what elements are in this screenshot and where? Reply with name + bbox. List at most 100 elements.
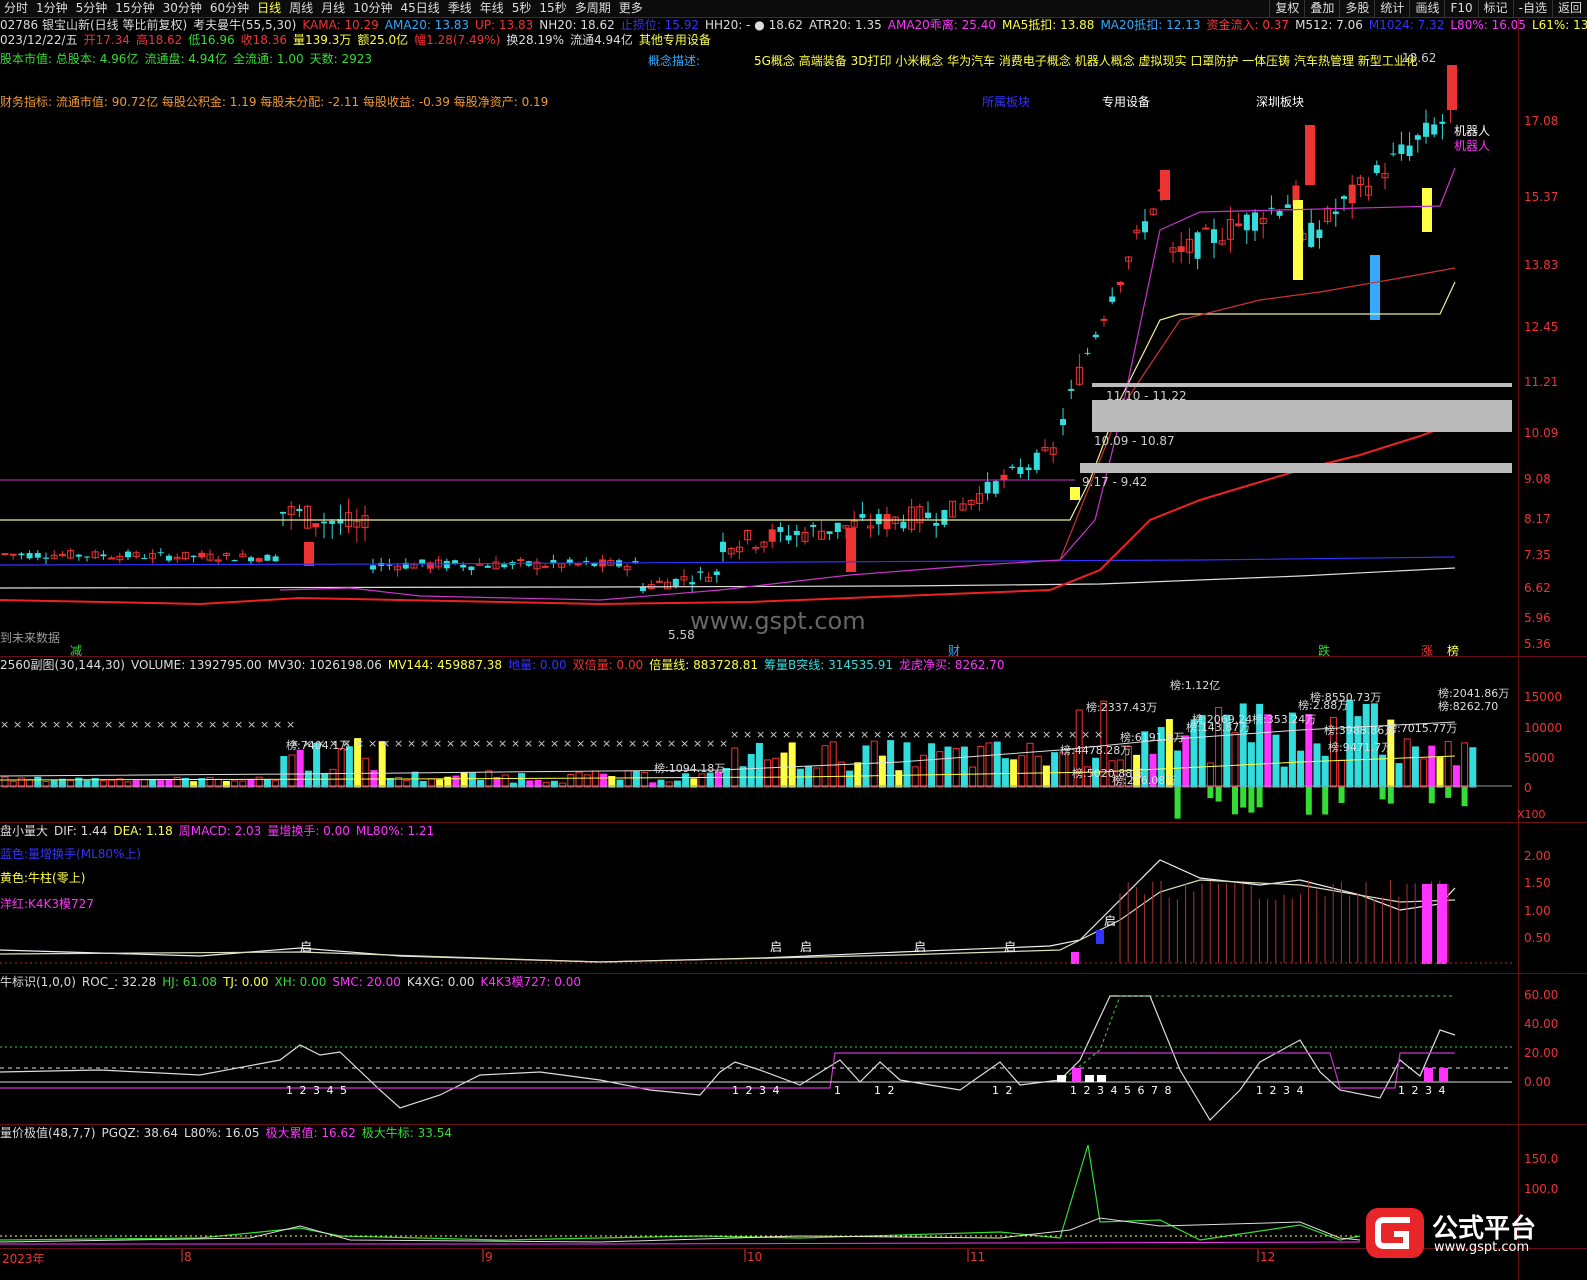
zone-3-band (1080, 463, 1512, 473)
volume-bar (747, 754, 755, 788)
x-mark: × (680, 737, 689, 750)
axis-label: 11.21 (1524, 375, 1559, 389)
x-mark: × (1081, 728, 1090, 741)
time-label: 12 (1260, 1250, 1276, 1264)
qi-mark: 启 (914, 940, 927, 954)
highlight-candle (1422, 188, 1432, 232)
candle-body (501, 564, 508, 568)
candle-body (933, 522, 940, 526)
header-field: PGQZ: 38.64 (101, 1126, 178, 1140)
axis-label: 0 (1524, 781, 1532, 795)
pv-plot (0, 1144, 1361, 1245)
volume-neg-bar (1338, 787, 1345, 803)
volume-neg-bar (1207, 787, 1214, 799)
x-mark: × (260, 718, 269, 731)
x-mark: × (912, 728, 921, 741)
x-mark: × (964, 728, 973, 741)
volume-bar (731, 747, 739, 788)
time-label: 8 (184, 1250, 192, 1264)
volume-bar (944, 746, 952, 788)
x-mark: × (39, 718, 48, 731)
candle-body (272, 556, 279, 562)
volume-annotation: 榜:1.12亿 (1170, 679, 1221, 692)
candle-body (1431, 124, 1438, 135)
dif-line (0, 859, 1456, 963)
x-mark: × (1003, 728, 1012, 741)
header-field: 2560副图(30,144,30) (0, 658, 125, 672)
volume-bar (1444, 740, 1452, 788)
candle-body (1017, 467, 1024, 474)
x-mark: × (730, 728, 739, 741)
volume-neg-bar (1387, 787, 1394, 804)
candle-body (768, 529, 776, 542)
axis-label: 150.0 (1524, 1152, 1559, 1166)
volume-neg-bar (1232, 787, 1238, 815)
candle-body (264, 554, 271, 561)
highlight-candle (1160, 170, 1170, 200)
volume-bar (337, 748, 345, 788)
volume-bar (960, 746, 968, 788)
axis-label: 0.50 (1524, 931, 1551, 945)
candle-body (1252, 212, 1258, 231)
candle-body (1308, 222, 1315, 247)
x-mark: × (808, 728, 817, 741)
volume-bar (788, 742, 796, 788)
x-mark: × (433, 737, 442, 750)
volume-bar (764, 759, 772, 788)
volume-bar (878, 755, 886, 788)
header-field: MV144: 459887.38 (387, 658, 503, 672)
candle-body (689, 582, 696, 585)
volume-bar (600, 773, 608, 788)
x-mark: × (860, 728, 869, 741)
volume-bar (411, 771, 419, 788)
pv-magenta-line (0, 1241, 1361, 1245)
candle-body (834, 522, 841, 532)
volume-bar (641, 772, 649, 788)
x-mark: × (563, 737, 572, 750)
volume-neg-bar (1461, 787, 1468, 807)
volume-bar (993, 741, 1001, 788)
volume-bar (1379, 754, 1387, 788)
niu-count: 1 2 3 4 5 6 7 8 (1070, 1084, 1172, 1097)
candle-body (1009, 466, 1016, 468)
candle-body (883, 514, 891, 530)
candle-body (1000, 474, 1008, 481)
volume-bar (1280, 766, 1288, 788)
x-mark: × (52, 718, 61, 731)
axis-label: 15.37 (1524, 190, 1559, 204)
x-mark: × (990, 728, 999, 741)
header-field: 盘小量大 (0, 824, 49, 838)
resistance-zone-2: 10.09 - 10.87 (1094, 434, 1175, 448)
candle-body (18, 553, 25, 556)
volume-bar (1272, 734, 1280, 788)
x-mark: × (719, 737, 728, 750)
volume-bar (755, 742, 763, 788)
x-mark: × (381, 737, 390, 750)
chart-canvas[interactable]: × × × × × × × × × × × × × × × × × × × × × × × × × × × × × × × × × × × × × × × ×… (0, 0, 1587, 1280)
candle-body (1316, 229, 1323, 239)
candle-body (793, 530, 800, 536)
x-mark: × (195, 718, 204, 731)
x-mark: × (130, 718, 139, 731)
x-mark: × (169, 718, 178, 731)
candle-body (1276, 211, 1283, 216)
candle-body (26, 553, 33, 559)
header-field: L80%: 16.05 (183, 1126, 260, 1140)
volume-bar (501, 774, 509, 788)
axis-label: 40.00 (1524, 1017, 1559, 1031)
x-mark: × (706, 737, 715, 750)
qi-mark: 启 (1104, 914, 1117, 928)
x-mark: × (873, 728, 882, 741)
resistance-zone-3: 9.17 - 9.42 (1082, 475, 1148, 489)
candle-body (1406, 145, 1413, 157)
volume-bar (985, 742, 993, 788)
candle-body (231, 560, 238, 562)
axis-label: 60.00 (1524, 988, 1559, 1002)
x-mark: × (938, 728, 947, 741)
volume-bar (895, 770, 903, 788)
x-mark: × (26, 718, 35, 731)
x-mark: × (459, 737, 468, 750)
header-field: 极大累值: 16.62 (265, 1126, 356, 1140)
dea-line (0, 879, 1456, 963)
x-mark: × (446, 737, 455, 750)
